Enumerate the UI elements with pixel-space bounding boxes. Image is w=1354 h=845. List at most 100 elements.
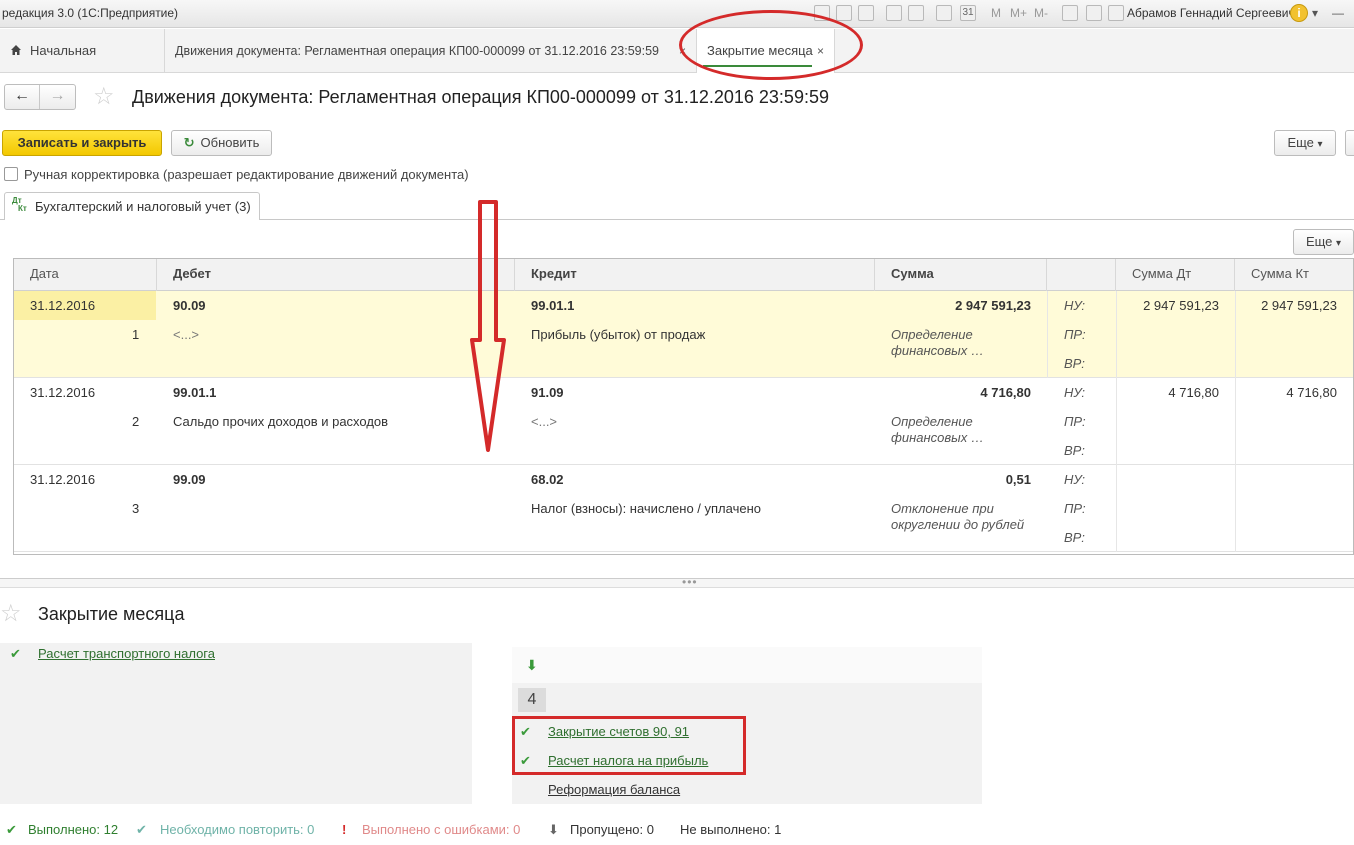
minimize-icon[interactable]: — [1332, 6, 1344, 20]
preview-icon[interactable] [858, 5, 874, 21]
row-sum: 0,51 [1005, 472, 1031, 487]
row-content: Определение финансовых … [891, 414, 984, 445]
skipped-arrow-icon: ⬇ [548, 822, 559, 837]
page-title: Движения документа: Регламентная операци… [132, 87, 829, 107]
row-date: 31.12.2016 [30, 472, 96, 487]
annotation-arrow [470, 200, 506, 452]
splitter-handle[interactable]: ••• [682, 575, 698, 589]
zoom-icon[interactable] [1062, 5, 1078, 21]
user-name[interactable]: Абрамов Геннадий Сергеевич [1127, 6, 1295, 20]
row-vr-label: ВР: [1064, 356, 1085, 371]
forward-button[interactable]: → [40, 85, 75, 109]
row-date: 31.12.2016 [30, 298, 96, 313]
panel-icon[interactable] [1086, 5, 1102, 21]
table-header: Дата Дебет Кредит Сумма Сумма Дт Сумма К… [14, 259, 1353, 291]
nav-buttons: ← → [4, 84, 76, 110]
transport-tax-link[interactable]: Расчет транспортного налога [38, 646, 215, 661]
table-row[interactable]: 31.12.2016 3 99.09 68.02 Налог (взносы):… [14, 465, 1353, 552]
memory-minus-button[interactable]: M- [1034, 6, 1048, 20]
row-debit: 90.09 [173, 298, 206, 313]
row-pr-label: ПР: [1064, 501, 1086, 516]
back-button[interactable]: ← [5, 85, 40, 109]
movements-table[interactable]: Дата Дебет Кредит Сумма Сумма Дт Сумма К… [13, 258, 1354, 555]
row-nu-label: НУ: [1064, 472, 1086, 487]
calendar-icon[interactable]: 31 [960, 5, 976, 21]
annotation-rectangle [512, 716, 746, 775]
app-title: редакция 3.0 (1С:Предприятие) [2, 6, 179, 20]
favorite-star-icon[interactable]: ☆ [93, 85, 115, 109]
row-sum: 2 947 591,23 [955, 298, 1031, 313]
panel-splitter[interactable]: ••• [0, 575, 1354, 589]
row-debit-subconto: Сальдо прочих доходов и расходов [173, 414, 389, 429]
error-icon: ! [342, 822, 347, 837]
row-number: 1 [132, 327, 140, 342]
column-header-date[interactable]: Дата [14, 259, 157, 291]
row-pr-label: ПР: [1064, 327, 1086, 342]
section-title: Закрытие месяца [38, 604, 185, 624]
tab-accounting-register[interactable]: Дт Кт Бухгалтерский и налоговый учет (3) [4, 192, 260, 220]
upload-icon[interactable] [908, 5, 924, 21]
column-header-credit[interactable]: Кредит [515, 259, 875, 291]
memory-m-button[interactable]: M [991, 6, 1001, 20]
column-header-sum-dt[interactable]: Сумма Дт [1116, 259, 1235, 291]
favorite-star-icon[interactable]: ☆ [0, 602, 22, 626]
row-sum: 4 716,80 [980, 385, 1031, 400]
status-errors[interactable]: Выполнено с ошибками: 0 [362, 822, 520, 837]
row-debit-subconto: <...> [173, 327, 200, 342]
status-not-done[interactable]: Не выполнено: 1 [680, 822, 781, 837]
window-titlebar: редакция 3.0 (1С:Предприятие) 31 M M+ M-… [0, 0, 1354, 28]
check-icon: ✔ [10, 646, 21, 661]
refresh-button[interactable]: ↻ Обновить [171, 130, 272, 156]
status-skipped[interactable]: Пропущено: 0 [570, 822, 654, 837]
row-vr-label: ВР: [1064, 530, 1085, 545]
column-header-register[interactable] [1047, 259, 1116, 291]
memory-plus-button[interactable]: M+ [1010, 6, 1027, 20]
chevron-down-icon: ▾ [1336, 238, 1342, 249]
refresh-icon: ↻ [183, 135, 195, 150]
row-credit: 99.01.1 [531, 298, 575, 313]
help-button[interactable] [1345, 130, 1354, 156]
tabs-bar: Начальная страница Движения документа: Р… [0, 29, 1354, 102]
row-credit-subconto: <...> [531, 414, 558, 429]
table-row[interactable]: 31.12.2016 2 99.01.1 Сальдо прочих доход… [14, 378, 1353, 465]
balance-reformation-link[interactable]: Реформация баланса [548, 782, 680, 797]
row-date: 31.12.2016 [30, 385, 96, 400]
dt-kt-icon: Дт Кт [12, 196, 27, 213]
row-credit-subconto: Прибыль (убыток) от продаж [531, 327, 706, 342]
column-header-debit[interactable]: Дебет [157, 259, 515, 291]
row-sum-dt: 4 716,80 [1168, 385, 1219, 400]
tab-home[interactable]: Начальная страница [0, 29, 165, 102]
row-sum-dt: 2 947 591,23 [1143, 298, 1219, 313]
row-number: 3 [132, 501, 140, 516]
closing-right-top [512, 647, 982, 683]
arrow-down-icon: ⬇ [526, 657, 538, 673]
row-content: Определение финансовых … [891, 327, 984, 358]
annotation-ellipse [679, 10, 863, 80]
row-sum-kt: 2 947 591,23 [1261, 298, 1337, 313]
save-and-close-button[interactable]: Записать и закрыть [2, 130, 162, 156]
chevron-down-icon: ▾ [1317, 139, 1323, 150]
column-header-sum[interactable]: Сумма [875, 259, 1047, 291]
done-check-icon: ✔ [6, 822, 17, 837]
tab-document-movements-label: Движения документа: Регламентная операци… [175, 44, 660, 58]
table-more-label: Еще [1305, 234, 1333, 249]
repeat-check-icon: ✔ [136, 822, 147, 837]
row-credit: 68.02 [531, 472, 564, 487]
chevron-down-icon[interactable]: ▾ [1312, 6, 1318, 20]
manual-edit-checkbox[interactable] [4, 167, 18, 181]
column-header-sum-kt[interactable]: Сумма Кт [1235, 259, 1353, 291]
more-button[interactable]: Еще ▾ [1274, 130, 1336, 156]
calculator-icon[interactable] [936, 5, 952, 21]
row-nu-label: НУ: [1064, 385, 1086, 400]
row-credit: 91.09 [531, 385, 564, 400]
info-icon[interactable]: i [1290, 4, 1308, 22]
table-more-button[interactable]: Еще ▾ [1293, 229, 1354, 255]
save-icon[interactable] [886, 5, 902, 21]
refresh-label: Обновить [200, 135, 260, 150]
row-nu-label: НУ: [1064, 298, 1086, 313]
table-row[interactable]: 31.12.2016 1 90.09 <...> 99.01.1 Прибыль… [14, 291, 1353, 378]
print-icon[interactable] [836, 5, 852, 21]
status-done[interactable]: Выполнено: 12 [28, 822, 118, 837]
tab-document-movements[interactable]: Движения документа: Регламентная операци… [165, 29, 697, 73]
status-repeat[interactable]: Необходимо повторить: 0 [160, 822, 314, 837]
